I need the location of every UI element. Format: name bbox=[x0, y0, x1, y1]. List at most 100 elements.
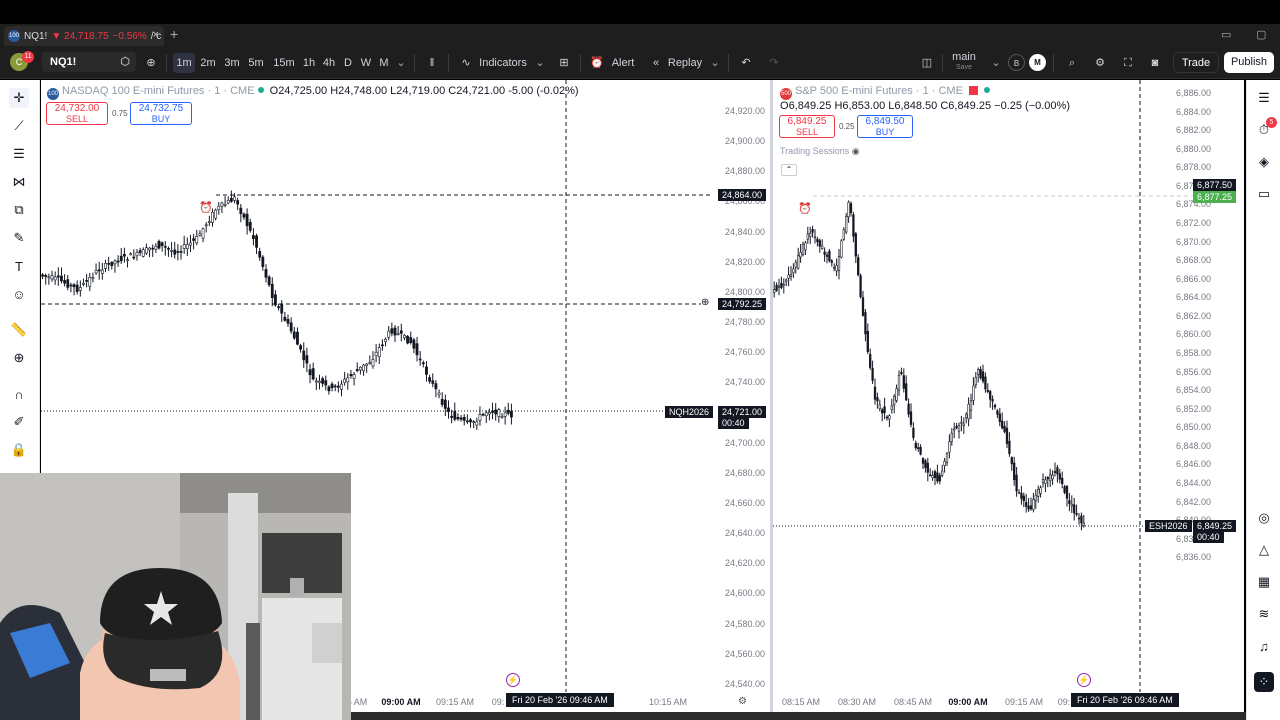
interval-W[interactable]: W bbox=[359, 53, 373, 73]
interval-4h[interactable]: 4h bbox=[321, 53, 337, 73]
candle bbox=[289, 317, 293, 334]
lock-icon[interactable]: 🔒 bbox=[9, 440, 29, 460]
indicators-button[interactable]: Indicators bbox=[476, 53, 530, 73]
es-high-tag-2: 6,877.25 bbox=[1193, 191, 1237, 203]
window-menu-icon[interactable]: ▢ bbox=[1256, 28, 1266, 41]
es-sell-button[interactable]: 6,849.25 SELL bbox=[779, 115, 835, 138]
layers-icon[interactable]: ◈ bbox=[1254, 152, 1274, 172]
text-icon[interactable]: T bbox=[9, 256, 29, 276]
new-tab-icon[interactable]: + bbox=[170, 26, 178, 42]
chat-icon[interactable]: ▭ bbox=[1254, 184, 1274, 204]
layout-split-icon[interactable]: ◫ bbox=[918, 53, 936, 73]
collapse-legend-icon[interactable]: ⌃ bbox=[781, 164, 797, 176]
chevron-down-icon[interactable]: ⌄ bbox=[990, 53, 1002, 73]
interval-2m[interactable]: 2m bbox=[199, 53, 217, 73]
price-axis-label: 24,900.00 bbox=[724, 136, 765, 147]
nq-title[interactable]: NASDAQ 100 E-mini Futures · 1 · CME bbox=[62, 85, 255, 97]
interval-3m[interactable]: 3m bbox=[223, 53, 241, 73]
candle bbox=[871, 360, 874, 384]
fib-retracement-icon[interactable]: ☰ bbox=[9, 144, 29, 164]
candles-icon[interactable]: ǁ bbox=[424, 53, 440, 73]
candle bbox=[75, 280, 79, 295]
candle bbox=[192, 234, 196, 250]
quick-search-icon[interactable]: ⌕ bbox=[1064, 53, 1080, 73]
target-icon[interactable]: ◎ bbox=[1254, 508, 1274, 528]
templates-icon[interactable]: ⊞ bbox=[556, 53, 572, 73]
magnet-icon[interactable]: ∩ bbox=[9, 384, 29, 404]
notifications-bell-icon[interactable]: ♫ bbox=[1254, 636, 1274, 656]
interval-5m[interactable]: 5m bbox=[247, 53, 265, 73]
browser-tab[interactable]: 100 NQ1! ▼ 24,718.75 −0.56% / c × bbox=[4, 26, 164, 46]
m-button[interactable]: M bbox=[1029, 54, 1046, 71]
candle bbox=[305, 347, 309, 373]
nq-event-flash-icon[interactable]: ⚡ bbox=[506, 673, 520, 687]
nq-spread: 0.75 bbox=[112, 109, 128, 118]
fullscreen-icon[interactable]: ⛶ bbox=[1120, 53, 1136, 73]
watchlist-icon[interactable]: ☰ bbox=[1254, 88, 1274, 108]
candle bbox=[82, 278, 85, 287]
nq-alarm-icon[interactable]: ⏰ bbox=[199, 201, 213, 214]
tab-close-icon[interactable]: × bbox=[153, 29, 159, 41]
undo-icon[interactable]: ↶ bbox=[738, 53, 754, 73]
nq-buy-button[interactable]: 24,732.75 BUY bbox=[130, 102, 192, 125]
trade-button[interactable]: Trade bbox=[1173, 52, 1219, 73]
candle bbox=[415, 337, 419, 362]
chart-pane-es[interactable]: 500 S&P 500 E-mini Futures · 1 · CME O6,8… bbox=[773, 80, 1244, 712]
candle bbox=[185, 237, 189, 256]
redo-icon[interactable]: ↷ bbox=[766, 53, 782, 73]
candle bbox=[1065, 485, 1069, 507]
es-title[interactable]: S&P 500 E-mini Futures · 1 · CME bbox=[795, 85, 963, 97]
webcam-video-image bbox=[0, 473, 351, 720]
candle bbox=[88, 272, 92, 292]
interval-M[interactable]: M bbox=[377, 53, 391, 73]
candle bbox=[396, 325, 400, 336]
symbol-search-input[interactable]: NQ1! ⬡ bbox=[42, 52, 136, 72]
b-button[interactable]: B bbox=[1008, 54, 1025, 71]
lock-drawing-icon[interactable]: ✐ bbox=[9, 412, 29, 432]
trading-sessions-indicator[interactable]: Trading Sessions ◉ bbox=[780, 146, 860, 157]
time-settings-icon[interactable]: ⚙ bbox=[738, 696, 747, 707]
compare-add-icon[interactable]: ⊕ bbox=[144, 53, 158, 73]
window-layout-icon[interactable]: ▭ bbox=[1221, 28, 1231, 41]
es-chart-canvas[interactable] bbox=[773, 80, 1244, 712]
alert-icon[interactable]: ⏰ bbox=[589, 53, 605, 73]
projection-icon[interactable]: ⧉ bbox=[9, 200, 29, 220]
add-alert-plus-icon[interactable]: ⊕ bbox=[701, 297, 709, 308]
calendar-icon[interactable]: ▦ bbox=[1254, 572, 1274, 592]
es-buy-button[interactable]: 6,849.50 BUY bbox=[857, 115, 913, 138]
candle bbox=[816, 236, 819, 247]
settings-gear-icon[interactable]: ⚙ bbox=[1092, 53, 1108, 73]
pattern-icon[interactable]: ⋈ bbox=[9, 172, 29, 192]
candle bbox=[443, 394, 447, 416]
interval-D[interactable]: D bbox=[342, 53, 354, 73]
replay-icon[interactable]: « bbox=[648, 53, 664, 73]
es-event-flash-icon[interactable]: ⚡ bbox=[1077, 673, 1091, 687]
ideas-icon[interactable]: △ bbox=[1254, 540, 1274, 560]
interval-1h[interactable]: 1h bbox=[301, 53, 317, 73]
replay-button[interactable]: Replay bbox=[666, 53, 704, 73]
flag-icon[interactable] bbox=[968, 86, 978, 95]
brush-icon[interactable]: ✎ bbox=[9, 228, 29, 248]
nq-sell-button[interactable]: 24,732.00 SELL bbox=[46, 102, 108, 125]
chevron-down-icon[interactable]: ⌄ bbox=[396, 53, 406, 73]
interval-15m[interactable]: 15m bbox=[272, 53, 296, 73]
chevron-down-icon[interactable]: ⌄ bbox=[535, 53, 545, 73]
emoji-icon[interactable]: ☺ bbox=[9, 284, 29, 304]
alert-button[interactable]: Alert bbox=[608, 53, 638, 73]
chevron-down-icon[interactable]: ⌄ bbox=[710, 53, 720, 73]
candle bbox=[1029, 497, 1033, 511]
camera-icon[interactable]: ◙ bbox=[1147, 53, 1163, 73]
es-alarm-icon[interactable]: ⏰ bbox=[798, 202, 812, 215]
indicators-icon[interactable]: ∿ bbox=[458, 53, 474, 73]
trend-line-icon[interactable]: ⟋ bbox=[9, 116, 29, 136]
signal-icon[interactable]: ≋ bbox=[1254, 604, 1274, 624]
crosshair-icon[interactable]: ✛ bbox=[9, 88, 29, 108]
candle bbox=[151, 244, 155, 257]
candle bbox=[321, 376, 325, 388]
zoom-in-icon[interactable]: ⊕ bbox=[9, 348, 29, 368]
interval-1m[interactable]: 1m bbox=[173, 53, 195, 73]
apps-grid-icon[interactable]: ⁘ bbox=[1254, 672, 1274, 692]
publish-button[interactable]: Publish bbox=[1224, 52, 1274, 73]
symbol-mark-icon[interactable]: ⬡ bbox=[120, 52, 130, 72]
ruler-icon[interactable]: 📏 bbox=[9, 320, 29, 340]
